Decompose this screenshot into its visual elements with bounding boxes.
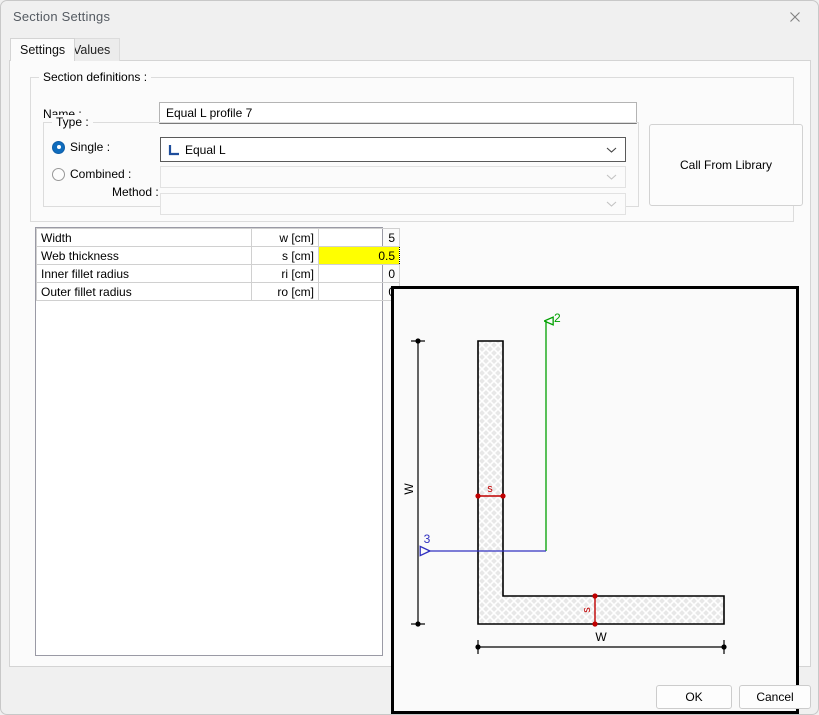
- radio-single-indicator: [52, 141, 65, 154]
- tab-values-label: Values: [73, 43, 110, 57]
- single-type-value: Equal L: [185, 143, 226, 157]
- equal-l-profile-icon: [168, 144, 180, 156]
- tab-settings-label: Settings: [20, 43, 65, 57]
- radio-combined-indicator: [52, 168, 65, 181]
- type-legend: Type :: [52, 115, 93, 129]
- param-symbol: ri [cm]: [252, 265, 319, 283]
- call-from-library-label: Call From Library: [680, 158, 772, 172]
- chevron-down-icon-method: [606, 201, 617, 208]
- type-group: Type : Single : Combined : Method :: [43, 122, 639, 207]
- cancel-label: Cancel: [756, 690, 793, 704]
- dim-width-horizontal-label: W: [595, 630, 607, 644]
- title-bar: Section Settings: [1, 1, 818, 33]
- combined-type-combo: [160, 166, 626, 188]
- settings-tab-page: Section definitions : Name : Type : Sing…: [9, 60, 811, 667]
- param-value[interactable]: 0: [319, 265, 400, 283]
- single-type-combo[interactable]: Equal L: [160, 137, 626, 162]
- param-value[interactable]: 0: [319, 283, 400, 301]
- radio-single[interactable]: Single :: [52, 140, 110, 154]
- chevron-down-icon-combined: [606, 174, 617, 181]
- l-section-shape: [478, 341, 724, 624]
- window-title: Section Settings: [13, 9, 110, 24]
- call-from-library-button[interactable]: Call From Library: [649, 124, 803, 206]
- radio-combined-label: Combined :: [70, 167, 131, 181]
- name-input[interactable]: [159, 102, 637, 124]
- dim-width-vertical-label: W: [402, 483, 416, 495]
- section-definitions-group: Section definitions : Name : Type : Sing…: [30, 77, 794, 222]
- method-combo: [160, 193, 626, 215]
- parameters-table: Width w [cm] 5 Web thickness s [cm] 0.5 …: [36, 228, 400, 301]
- table-row[interactable]: Outer fillet radius ro [cm] 0: [37, 283, 400, 301]
- cancel-button[interactable]: Cancel: [739, 685, 811, 709]
- parameters-panel[interactable]: Width w [cm] 5 Web thickness s [cm] 0.5 …: [35, 227, 383, 656]
- param-symbol: w [cm]: [252, 229, 319, 247]
- param-symbol: ro [cm]: [252, 283, 319, 301]
- dim-thickness-flange-label: s: [581, 607, 593, 613]
- parameters-table-body: Width w [cm] 5 Web thickness s [cm] 0.5 …: [37, 229, 400, 301]
- param-value[interactable]: 5: [319, 229, 400, 247]
- param-name: Outer fillet radius: [37, 283, 252, 301]
- close-button[interactable]: [772, 1, 818, 32]
- radio-single-label: Single :: [70, 140, 110, 154]
- ok-label: OK: [685, 690, 702, 704]
- equal-l-profile-drawing: W W s: [394, 289, 796, 711]
- tab-strip: Settings Values: [1, 33, 818, 61]
- section-definitions-legend: Section definitions :: [39, 70, 151, 84]
- tab-settings[interactable]: Settings: [10, 38, 75, 61]
- ok-button[interactable]: OK: [656, 685, 732, 709]
- radio-combined[interactable]: Combined :: [52, 167, 131, 181]
- table-row[interactable]: Web thickness s [cm] 0.5: [37, 247, 400, 265]
- section-settings-dialog: Section Settings Settings Values Section…: [0, 0, 819, 715]
- dim-thickness-web-label: s: [487, 483, 493, 495]
- param-symbol: s [cm]: [252, 247, 319, 265]
- close-icon: [789, 11, 801, 23]
- chevron-down-icon: [606, 146, 617, 153]
- param-name: Width: [37, 229, 252, 247]
- param-value-selected[interactable]: 0.5: [319, 247, 400, 265]
- param-name: Web thickness: [37, 247, 252, 265]
- section-drawing-panel[interactable]: W W s: [391, 286, 799, 714]
- axis-2-label: 2: [554, 311, 561, 325]
- param-name: Inner fillet radius: [37, 265, 252, 283]
- method-label: Method :: [112, 185, 159, 199]
- dim-width-vertical: W: [402, 338, 425, 626]
- table-row[interactable]: Width w [cm] 5: [37, 229, 400, 247]
- axis-3-label: 3: [424, 532, 431, 546]
- dim-width-horizontal: W: [475, 630, 726, 654]
- axis-2: 2: [546, 311, 561, 551]
- table-row[interactable]: Inner fillet radius ri [cm] 0: [37, 265, 400, 283]
